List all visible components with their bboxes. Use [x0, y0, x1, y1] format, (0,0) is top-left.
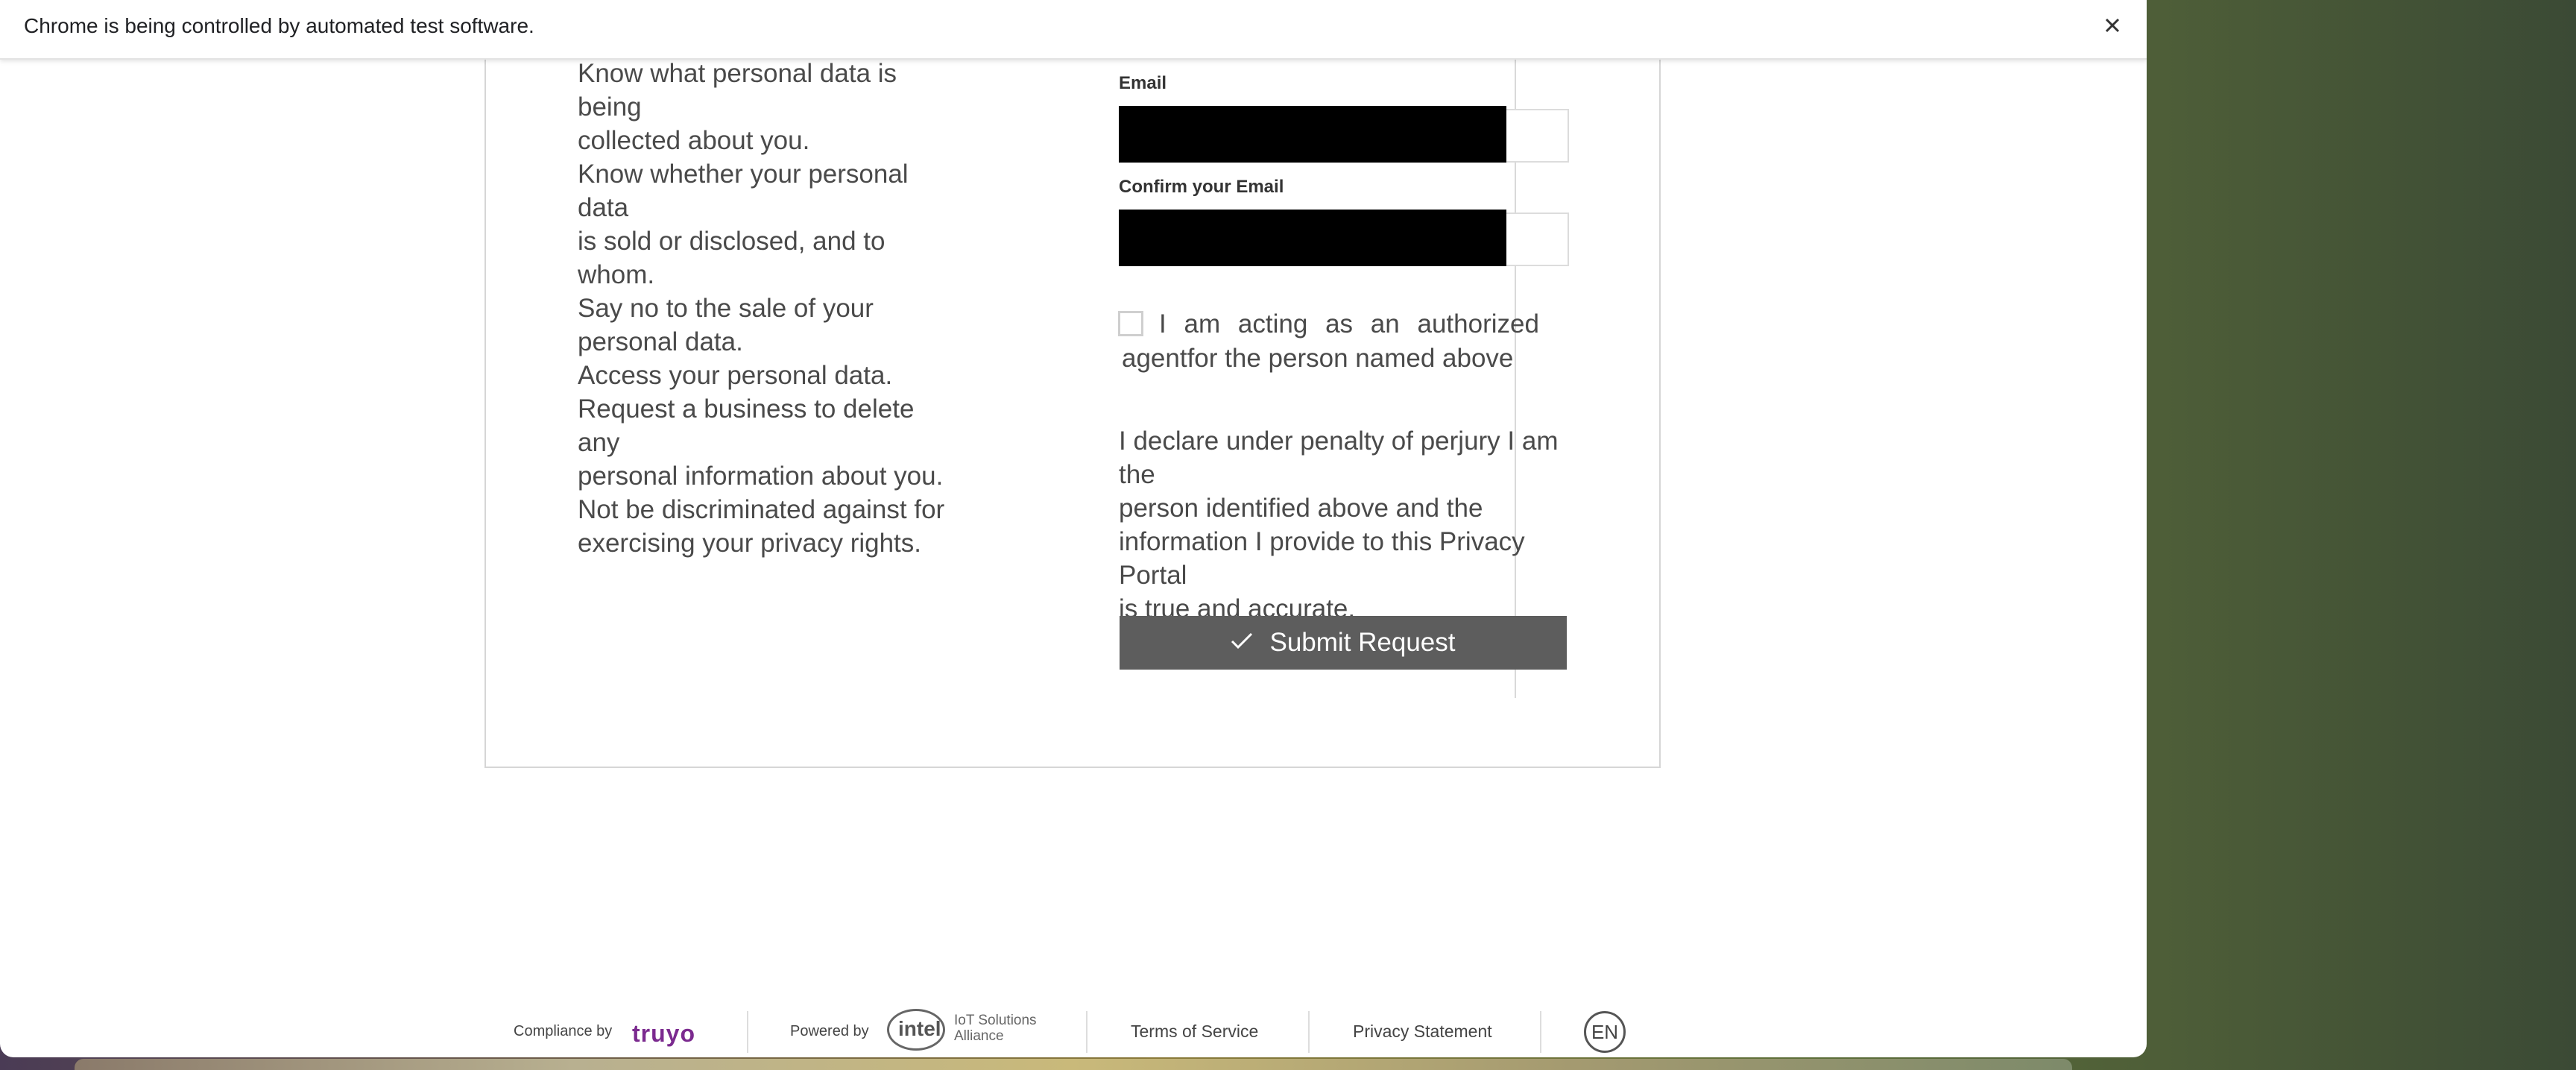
rights-line: Know whether your personal data [578, 160, 909, 222]
rights-line: collected about you. [578, 126, 810, 155]
check-icon [1231, 628, 1253, 658]
agent-word: acting [1237, 309, 1308, 339]
agent-line-2: agentfor the person named above [1122, 344, 1514, 373]
iot-line: IoT Solutions [954, 1013, 1037, 1028]
background-window-strip [75, 1059, 2072, 1070]
close-icon[interactable] [2099, 12, 2126, 39]
rights-line: Access your personal data. [578, 361, 893, 390]
agent-word: authorized [1417, 309, 1539, 339]
footer-divider [1540, 1011, 1541, 1053]
agent-word: as [1325, 309, 1354, 339]
rights-line: Say no to the sale of your [578, 294, 874, 323]
privacy-statement-link[interactable]: Privacy Statement [1353, 1022, 1492, 1042]
compliance-by-text: Compliance by [514, 1023, 613, 1039]
submit-request-button[interactable]: Submit Request [1120, 616, 1567, 670]
truyo-logo[interactable]: truyo [632, 1020, 695, 1048]
automation-banner-text: Chrome is being controlled by automated … [24, 14, 534, 37]
agent-line-1: I am acting as an authorized [1122, 307, 1539, 342]
declaration-line: information I provide to this Privacy Po… [1119, 527, 1525, 590]
footer-divider [1308, 1011, 1310, 1053]
submit-request-label: Submit Request [1269, 628, 1456, 657]
rights-line: Request a business to delete any [578, 394, 915, 457]
declaration-line: person identified above and the [1119, 494, 1483, 523]
rights-line: Not be discriminated against for [578, 495, 945, 524]
iot-alliance-logo: IoT Solutions Alliance [954, 1013, 1037, 1044]
terms-of-service-link[interactable]: Terms of Service [1131, 1022, 1258, 1042]
authorized-agent-label: I am acting as an authorized agentfor th… [1122, 307, 1539, 376]
iot-line: Alliance [954, 1028, 1004, 1044]
privacy-rights-list: Know what personal data is being collect… [578, 57, 958, 560]
email-redaction [1119, 106, 1506, 163]
email-label: Email [1119, 73, 1167, 93]
agent-word: am [1184, 309, 1221, 339]
rights-line: is sold or disclosed, and to whom. [578, 227, 886, 289]
declaration-line: I declare under penalty of perjury I am … [1119, 427, 1559, 489]
rights-line: Know what personal data is being [578, 59, 897, 122]
confirm-email-redaction [1119, 210, 1506, 266]
footer [0, 1008, 2147, 1053]
perjury-declaration: I declare under penalty of perjury I am … [1119, 424, 1581, 626]
confirm-email-field[interactable] [1119, 210, 1569, 266]
confirm-email-label: Confirm your Email [1119, 177, 1284, 197]
email-field[interactable] [1119, 106, 1569, 163]
footer-divider [1086, 1011, 1087, 1053]
intel-logo: intel [898, 1017, 941, 1040]
language-code: EN [1591, 1020, 1619, 1043]
automation-banner: Chrome is being controlled by automated … [0, 0, 2147, 60]
browser-window: Chrome is being controlled by automated … [0, 0, 2147, 1057]
rights-line: personal data. [578, 327, 743, 356]
agent-word: an [1370, 309, 1400, 339]
rights-line: exercising your privacy rights. [578, 529, 921, 558]
footer-divider [747, 1011, 748, 1053]
powered-by-text: Powered by [790, 1023, 869, 1039]
rights-line: personal information about you. [578, 462, 944, 491]
agent-word: I [1159, 309, 1167, 339]
language-selector[interactable]: EN [1584, 1011, 1626, 1053]
